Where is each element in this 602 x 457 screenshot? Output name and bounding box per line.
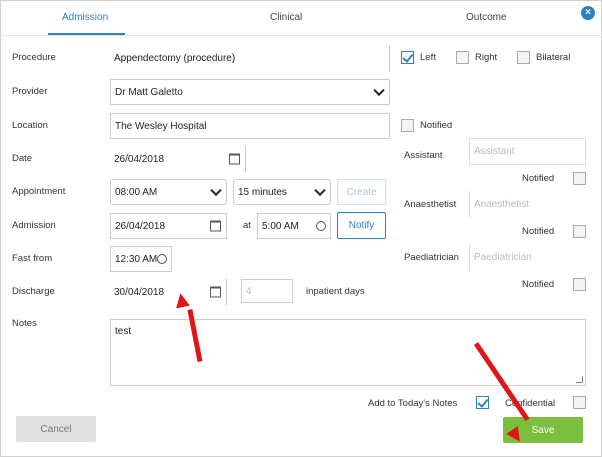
appointment-time-value: 08:00 AM	[115, 186, 158, 198]
admission-date-value: 26/04/2018	[115, 220, 166, 232]
admission-time-input[interactable]: 5:00 AM	[257, 213, 331, 239]
paediatrician-notified-checkbox[interactable]	[573, 278, 586, 291]
provider-select[interactable]: Dr Matt Galetto	[110, 79, 390, 105]
resize-handle-icon[interactable]	[576, 376, 583, 383]
tabs-divider	[0, 35, 602, 36]
appointment-duration-value: 15 minutes	[238, 186, 287, 198]
fast-from-value: 12:30 AM	[115, 253, 158, 265]
fast-from-label: Fast from	[12, 253, 53, 264]
appointment-duration-select[interactable]: 15 minutes	[233, 179, 331, 205]
chevron-down-icon	[210, 184, 222, 197]
side-bilateral-label: Bilateral	[536, 52, 571, 63]
calendar-icon[interactable]	[210, 220, 221, 232]
assistant-notified-label: Notified	[522, 173, 555, 184]
add-to-notes-checkbox[interactable]	[476, 396, 489, 409]
side-right-label: Right	[475, 52, 498, 63]
paediatrician-label: Paediatrician	[404, 252, 459, 263]
anaesthetist-notified-checkbox[interactable]	[573, 225, 586, 238]
location-notified-checkbox[interactable]	[401, 119, 414, 132]
location-input[interactable]: The Wesley Hospital	[110, 113, 390, 139]
confidential-checkbox[interactable]	[573, 396, 586, 409]
date-label: Date	[12, 153, 33, 164]
assistant-notified-checkbox[interactable]	[573, 172, 586, 185]
admission-label: Admission	[12, 220, 56, 231]
assistant-label: Assistant	[404, 150, 443, 161]
clock-icon[interactable]	[157, 254, 167, 264]
calendar-icon[interactable]	[229, 153, 240, 165]
date-input[interactable]: 26/04/2018	[110, 146, 246, 172]
inpatient-days-label: inpatient days	[306, 286, 365, 297]
inpatient-days-input[interactable]: 4	[241, 279, 293, 303]
side-bilateral-checkbox[interactable]	[517, 51, 530, 64]
provider-value: Dr Matt Galetto	[115, 86, 183, 98]
clock-icon[interactable]	[316, 221, 326, 231]
provider-label: Provider	[12, 86, 48, 97]
notes-textarea[interactable]: test	[110, 319, 586, 386]
procedure-field[interactable]: Appendectomy (procedure)	[110, 45, 390, 72]
assistant-input[interactable]: Assistant	[469, 138, 586, 165]
side-left-checkbox[interactable]	[401, 51, 414, 64]
notes-value: test	[115, 326, 132, 337]
paediatrician-notified-label: Notified	[522, 279, 555, 290]
tab-outcome[interactable]: Outcome	[466, 12, 507, 23]
tab-clinical[interactable]: Clinical	[270, 12, 302, 23]
anaesthetist-label: Anaesthetist	[404, 199, 457, 210]
anaesthetist-input[interactable]: Anaesthetist	[469, 191, 586, 218]
admission-date-input[interactable]: 26/04/2018	[110, 213, 227, 239]
notify-button[interactable]: Notify	[337, 212, 386, 239]
discharge-date-input[interactable]: 30/04/2018	[110, 279, 227, 305]
side-left-label: Left	[420, 52, 436, 63]
anaesthetist-notified-label: Notified	[522, 226, 555, 237]
add-to-notes-label: Add to Today's Notes	[368, 398, 458, 409]
notes-label: Notes	[12, 318, 37, 329]
chevron-down-icon	[373, 84, 385, 97]
discharge-label: Discharge	[12, 286, 55, 297]
calendar-icon[interactable]	[210, 286, 221, 298]
location-label: Location	[12, 120, 48, 131]
date-value: 26/04/2018	[114, 153, 165, 165]
discharge-date-value: 30/04/2018	[114, 286, 165, 298]
cancel-button[interactable]: Cancel	[16, 416, 96, 442]
side-right-checkbox[interactable]	[456, 51, 469, 64]
fast-from-input[interactable]: 12:30 AM	[110, 246, 172, 272]
annotation-arrow-1-icon	[173, 291, 190, 309]
admission-time-value: 5:00 AM	[262, 220, 299, 232]
create-button[interactable]: Create	[337, 179, 386, 205]
appointment-label: Appointment	[12, 186, 66, 197]
appointment-time-select[interactable]: 08:00 AM	[110, 179, 227, 205]
paediatrician-input[interactable]: Paediatrician	[469, 244, 586, 271]
chevron-down-icon	[314, 184, 326, 197]
at-label: at	[243, 220, 251, 231]
tab-admission[interactable]: Admission	[62, 12, 108, 23]
procedure-label: Procedure	[12, 52, 56, 63]
location-notified-label: Notified	[420, 120, 453, 131]
close-icon[interactable]: ×	[581, 6, 595, 20]
